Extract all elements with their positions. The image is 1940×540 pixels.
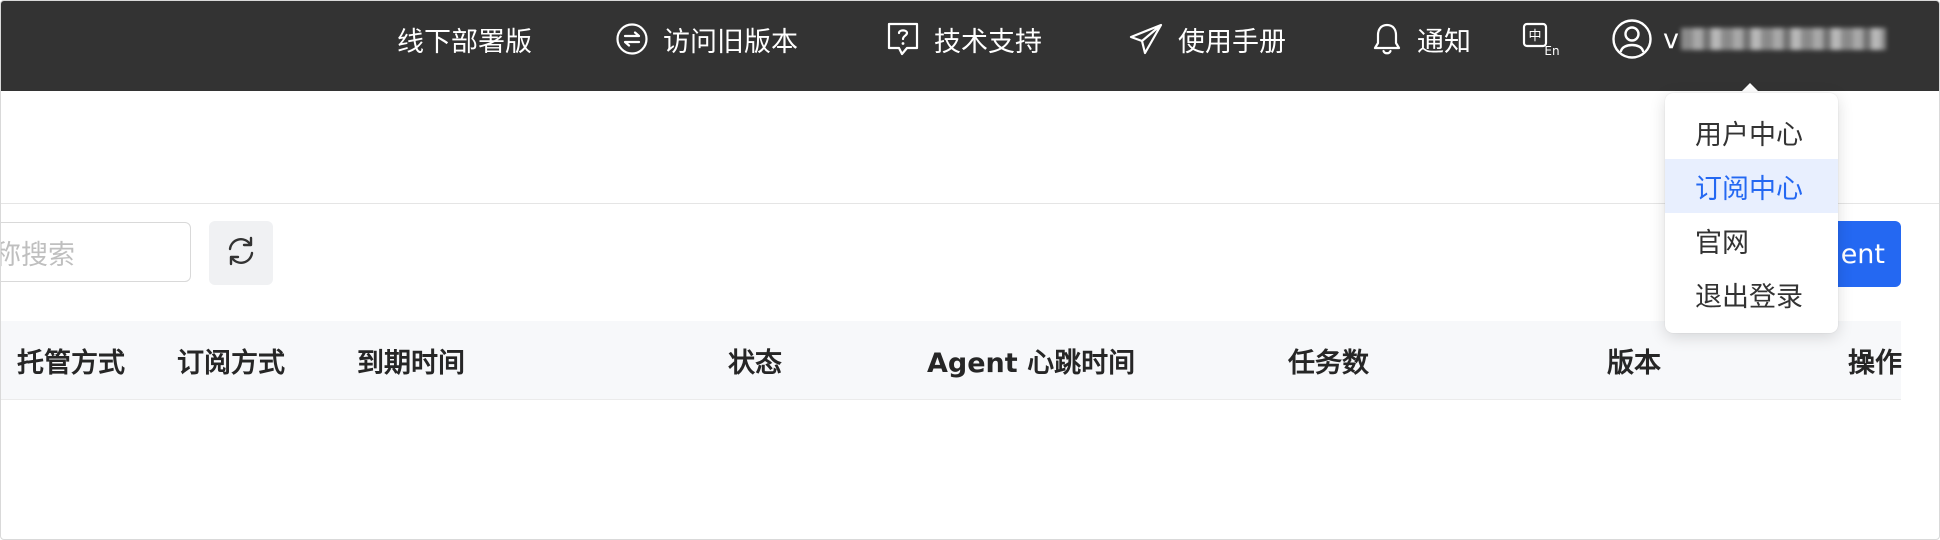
menu-item-user-center[interactable]: 用户中心 [1665, 105, 1838, 159]
username-initial: v [1663, 23, 1679, 55]
username-redacted [1680, 28, 1886, 50]
notifications-label: 通知 [1417, 26, 1471, 58]
tech-support-label: 技术支持 [934, 26, 1042, 58]
search-placeholder: 称搜索 [0, 239, 75, 271]
menu-item-logout[interactable]: 退出登录 [1665, 267, 1838, 321]
user-avatar-icon [1611, 18, 1653, 60]
column-header-hosting-mode: 托管方式 [17, 347, 125, 379]
visit-old-version-link[interactable]: 访问旧版本 [615, 1, 798, 77]
offline-deployment-link[interactable]: 线下部署版 [397, 1, 532, 77]
bell-icon [1371, 21, 1403, 57]
column-header-subscription-mode: 订阅方式 [177, 347, 285, 379]
search-input[interactable]: 称搜索 [0, 222, 191, 282]
column-header-agent-heartbeat: Agent 心跳时间 [927, 347, 1136, 379]
menu-item-label: 退出登录 [1695, 281, 1803, 313]
switch-icon [615, 22, 649, 56]
notifications-link[interactable]: 通知 [1371, 1, 1471, 77]
refresh-button[interactable] [209, 221, 273, 285]
svg-text:中: 中 [1528, 29, 1541, 44]
menu-item-label: 订阅中心 [1695, 173, 1803, 205]
page-header [1, 91, 1939, 204]
menu-item-subscription-center[interactable]: 订阅中心 [1665, 159, 1838, 213]
user-account-menu[interactable]: v [1611, 1, 1886, 77]
add-agent-button-label: ent [1840, 238, 1885, 270]
offline-deployment-label: 线下部署版 [397, 26, 532, 58]
column-header-expiry-time: 到期时间 [357, 347, 465, 379]
menu-item-official-site[interactable]: 官网 [1665, 213, 1838, 267]
user-manual-label: 使用手册 [1178, 26, 1286, 58]
column-header-version: 版本 [1607, 347, 1661, 379]
user-dropdown-menu: 用户中心 订阅中心 官网 退出登录 [1665, 93, 1838, 333]
column-header-status: 状态 [728, 347, 782, 379]
menu-item-label: 官网 [1695, 227, 1749, 259]
language-switch-icon: 中 En [1521, 21, 1563, 57]
column-header-actions: 操作 [1848, 347, 1902, 379]
table-header: 托管方式 订阅方式 到期时间 状态 Agent 心跳时间 任务数 版本 操作 [1, 321, 1902, 400]
refresh-icon [224, 234, 258, 272]
user-manual-link[interactable]: 使用手册 [1128, 1, 1286, 77]
app-window: 线下部署版 访问旧版本 技术支持 使用手册 通知 中 En v 称搜索 ent … [0, 0, 1940, 540]
language-switch-button[interactable]: 中 En [1521, 1, 1563, 77]
paper-plane-icon [1128, 22, 1164, 56]
tech-support-link[interactable]: 技术支持 [886, 1, 1042, 77]
question-bubble-icon [886, 21, 920, 57]
menu-item-label: 用户中心 [1695, 119, 1803, 151]
svg-text:En: En [1544, 44, 1559, 57]
visit-old-version-label: 访问旧版本 [663, 26, 798, 58]
column-header-task-count: 任务数 [1288, 347, 1369, 379]
top-navigation-bar: 线下部署版 访问旧版本 技术支持 使用手册 通知 中 En v [1, 1, 1939, 91]
